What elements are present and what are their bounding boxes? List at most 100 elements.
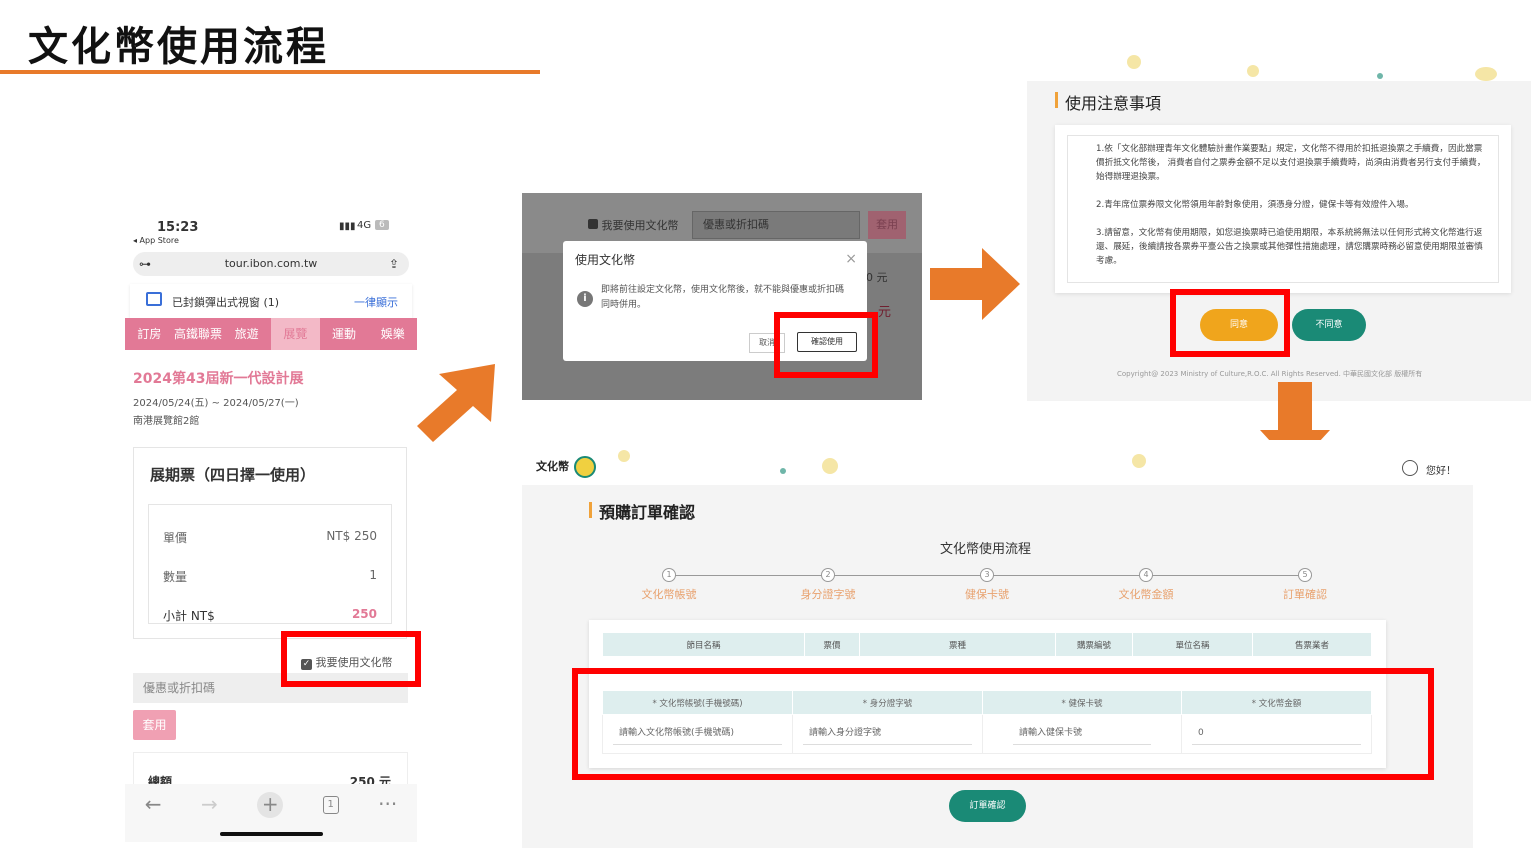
site-logo[interactable]: 文化幣 [536,458,569,474]
unit-price-row: 單價 NT$ 250 [163,529,377,546]
info-icon: i [577,291,593,307]
popup-always-show[interactable]: 一律顯示 [354,294,398,310]
arrow-right-icon [930,248,1020,320]
confetti [1377,73,1383,79]
notice-p2: 2.青年席位票券限文化幣領用年齡對象使用，須憑身分證，健保卡等有效證件入場。 [1096,200,1414,210]
back-icon[interactable]: ← [145,792,162,842]
subtotal-label: 小計 NT$ [163,609,215,623]
step-3: 3 健保卡號 [947,568,1027,602]
col-header: 票價 [804,632,860,657]
nav-tab[interactable]: 運動 [320,318,369,350]
order-screenshot: 文化幣 您好！ 預購訂單確認 文化幣使用流程 1 文化幣帳號 2 身分證字號 3 健保… [522,440,1473,848]
category-nav: 訂房 高鐵聯票 旅遊 展覽 運動 娛樂 [125,318,417,350]
bg-apply: 套用 [868,211,906,239]
user-icon[interactable] [1402,460,1418,476]
title-bar-accent [1055,92,1058,108]
new-tab-icon[interactable]: + [257,792,284,818]
tabs-icon[interactable]: 1 [322,796,339,814]
nav-tab[interactable]: 旅遊 [222,318,271,350]
step-label: 文化幣金額 [1118,588,1174,601]
share-icon[interactable]: ⇪ [389,252,399,276]
step-2: 2 身分證字號 [788,568,868,602]
qty-row: 數量 1 [163,568,377,585]
event-venue: 南港展覽館2館 [133,416,200,427]
nav-tab[interactable]: 訂房 [125,318,174,350]
unit-label: 單價 [163,531,188,545]
home-indicator [220,832,323,836]
ticket-detail: 單價 NT$ 250 數量 1 小計 NT$ 250 [148,504,392,624]
more-icon[interactable]: ··· [378,792,397,842]
step-number: 1 [662,568,676,582]
key-icon: ⊶ [139,257,151,271]
unit-value: NT$ 250 [326,529,377,543]
copyright: Copyright@ 2023 Ministry of Culture,R.O.… [1117,370,1423,378]
close-icon[interactable]: × [845,251,857,267]
step-label: 身分證字號 [800,588,856,601]
confetti-banner [1027,45,1531,81]
confetti [822,458,838,474]
confetti [780,468,786,474]
popup-icon [146,292,162,306]
highlight-agree [1170,289,1290,357]
check-icon [588,219,598,229]
nav-tab-active[interactable]: 展覽 [271,318,320,350]
order-confirm-button[interactable]: 訂單確認 [949,790,1026,822]
confetti [1247,65,1259,77]
phone-screenshot: 15:23 ◂ App Store ▮▮▮ 4G 6 ⊶ tour.ibon.c… [125,212,417,842]
bg-check-label: 我要使用文化幣 [601,219,679,232]
confetti [1132,454,1146,468]
step-1: 1 文化幣帳號 [629,568,709,602]
highlight-coin-form [572,668,1434,780]
order-page-title: 預購訂單確認 [599,503,696,522]
url-text: tour.ibon.com.tw [224,257,318,270]
dialog-message: 即將前往設定文化幣，使用文化幣後，就不能與優惠或折扣碼同時併用。 [601,285,845,310]
col-header: 節目名稱 [602,632,805,657]
col-header: 單位名稱 [1132,632,1253,657]
step-4: 4 文化幣金額 [1106,568,1186,602]
notice-box: 1.依「文化部辦理青年文化體驗計畫作業要點」規定，文化幣不得用於扣抵退換票之手續… [1055,125,1511,293]
qty-label: 數量 [163,570,188,584]
bg-price-1: 0 元 [866,271,888,284]
forward-icon[interactable]: → [201,792,218,842]
nav-tab[interactable]: 娛樂 [368,318,417,350]
blocked-popup-bar: 已封鎖彈出式視窗 (1) 一律顯示 [130,284,412,318]
disagree-button[interactable]: 不同意 [1292,309,1366,341]
col-header: 購票編號 [1055,632,1133,657]
bg-price-2: 元 [878,305,892,320]
step-label: 訂單確認 [1283,588,1327,601]
logo-icon [574,456,596,478]
col-header: 售票業者 [1252,632,1372,657]
title-underline [0,70,540,74]
order-table: 節目名稱 票價 票種 購票編號 單位名稱 售票業者 [602,632,1372,657]
confetti [618,450,630,462]
title-bar-accent [589,502,592,518]
step-number: 4 [1139,568,1153,582]
back-to-app[interactable]: ◂ App Store [133,236,179,245]
notice-title: 使用注意事項 [1065,94,1162,113]
highlight-checkbox [281,631,421,687]
apply-button[interactable]: 套用 [133,710,176,740]
notice-p1: 1.依「文化部辦理青年文化體驗計畫作業要點」規定，文化幣不得用於扣抵退換票之手續… [1096,144,1486,182]
event-title: 2024第43屆新一代設計展 [133,371,304,387]
url-bar[interactable]: ⊶ tour.ibon.com.tw ⇪ [133,252,409,276]
signal-icon: ▮▮▮ [339,221,356,232]
nav-tab[interactable]: 高鐵聯票 [174,318,223,350]
site-header: 文化幣 您好！ [522,440,1473,485]
dialog-title: 使用文化幣 [575,253,636,267]
step-number: 3 [980,568,994,582]
subtotal-row: 小計 NT$ 250 [163,607,377,624]
notice-p3: 3.請留意，文化幣有使用期限，如您退換票時已逾使用期限，本系統將無法以任何形式將… [1096,228,1483,266]
highlight-confirm [774,312,878,378]
bg-checkbox: 我要使用文化幣 [588,217,679,233]
confetti [1475,67,1497,81]
subtotal-value: 250 [351,607,377,621]
ticket-card: 展期票（四日擇一使用） 單價 NT$ 250 數量 1 小計 NT$ 250 [133,447,407,639]
step-number: 5 [1298,568,1312,582]
greeting: 您好！ [1426,466,1456,477]
notice-text: 1.依「文化部辦理青年文化體驗計畫作業要點」規定，文化幣不得用於扣抵退換票之手續… [1067,135,1499,283]
flow-steps: 1 文化幣帳號 2 身分證字號 3 健保卡號 4 文化幣金額 5 訂單確認 [612,568,1372,608]
slide-title: 文化幣使用流程 [28,24,329,70]
step-number: 2 [821,568,835,582]
step-5: 5 訂單確認 [1265,568,1345,602]
event-date: 2024/05/24(五) ~ 2024/05/27(一) [133,398,299,409]
